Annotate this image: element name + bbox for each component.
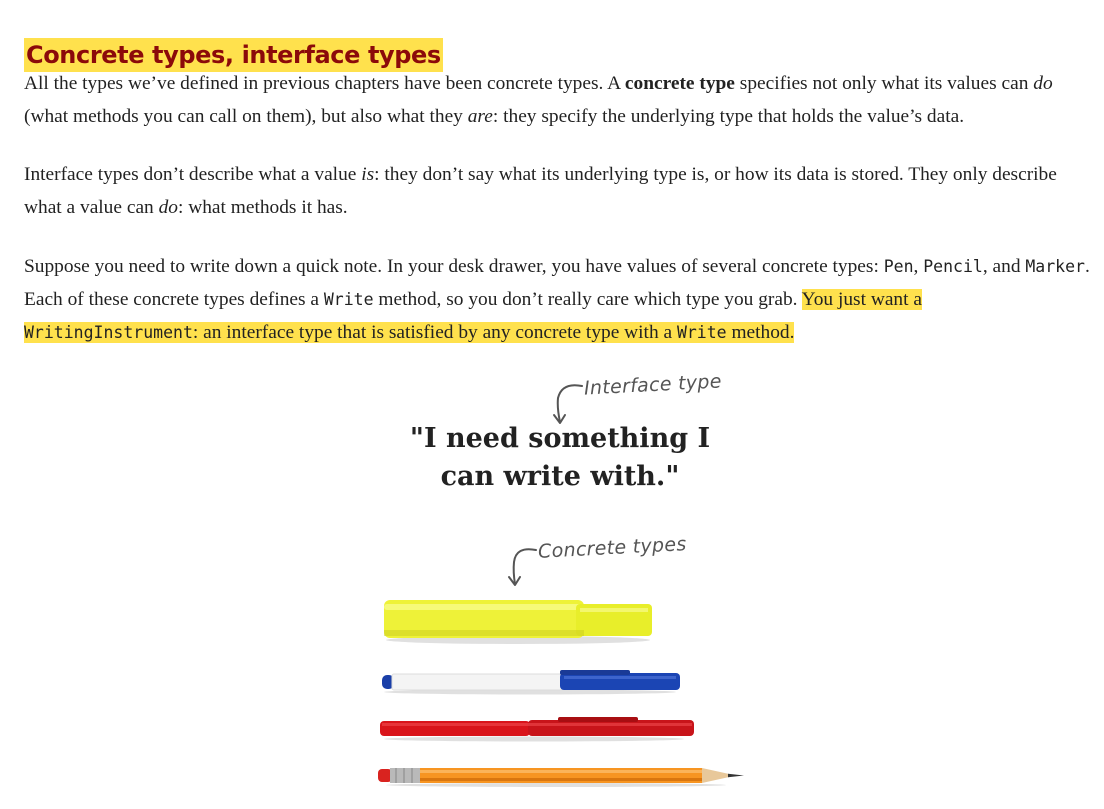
curved-arrow-icon: [508, 548, 537, 586]
p2-emphasis-is: is: [361, 164, 375, 185]
p3-text-e: method, so you don’t really care which t…: [373, 289, 802, 310]
code-write-2: Write: [676, 323, 727, 342]
annotation-concrete-types: Concrete types: [537, 533, 688, 563]
p1-emphasis-are: are: [467, 106, 493, 127]
code-writing-instrument: WritingInstrument: [24, 323, 193, 342]
p2-text-e: : what methods it has.: [177, 197, 348, 218]
quote-line-2: can write with.": [440, 461, 680, 492]
p1-term-concrete-type: concrete type: [624, 73, 735, 94]
paragraph-interface-types: Interface types don’t describe what a va…: [24, 158, 1090, 224]
highlighter-icon: [384, 600, 652, 644]
quote-text: "I need something I can write with.": [404, 420, 716, 496]
p3-text-f: You just want a: [801, 289, 922, 310]
code-pen: Pen: [883, 257, 914, 276]
code-write: Write: [323, 290, 374, 309]
pencil-icon: [378, 768, 744, 787]
quote-line-1: "I need something I: [409, 423, 711, 454]
p2-emphasis-do: do: [158, 197, 178, 218]
blue-pen-icon: [382, 670, 680, 695]
p3-text-b: ,: [913, 256, 924, 277]
p1-text-g: : they specify the underlying type that …: [492, 106, 965, 127]
p3-text-g: : an interface type that is satisfied by…: [192, 322, 677, 343]
code-marker: Marker: [1025, 257, 1085, 276]
code-pencil: Pencil: [923, 257, 983, 276]
p3-text-h: method.: [726, 322, 795, 343]
p3-text-c: , and: [982, 256, 1026, 277]
p1-text-c: specifies not only what its values can: [734, 73, 1034, 94]
p1-emphasis-do: do: [1033, 73, 1053, 94]
annotation-interface-type: Interface type: [583, 370, 723, 400]
paragraph-example: Suppose you need to write down a quick n…: [24, 250, 1090, 349]
p2-text-a: Interface types don’t describe what a va…: [24, 164, 362, 185]
red-pen-icon: [380, 717, 694, 742]
p1-text-e: (what methods you can call on them), but…: [24, 106, 468, 127]
p1-text-a: All the types we’ve defined in previous …: [24, 73, 625, 94]
paragraph-concrete-types: All the types we’ve defined in previous …: [24, 67, 1090, 133]
p3-text-a: Suppose you need to write down a quick n…: [24, 256, 884, 277]
